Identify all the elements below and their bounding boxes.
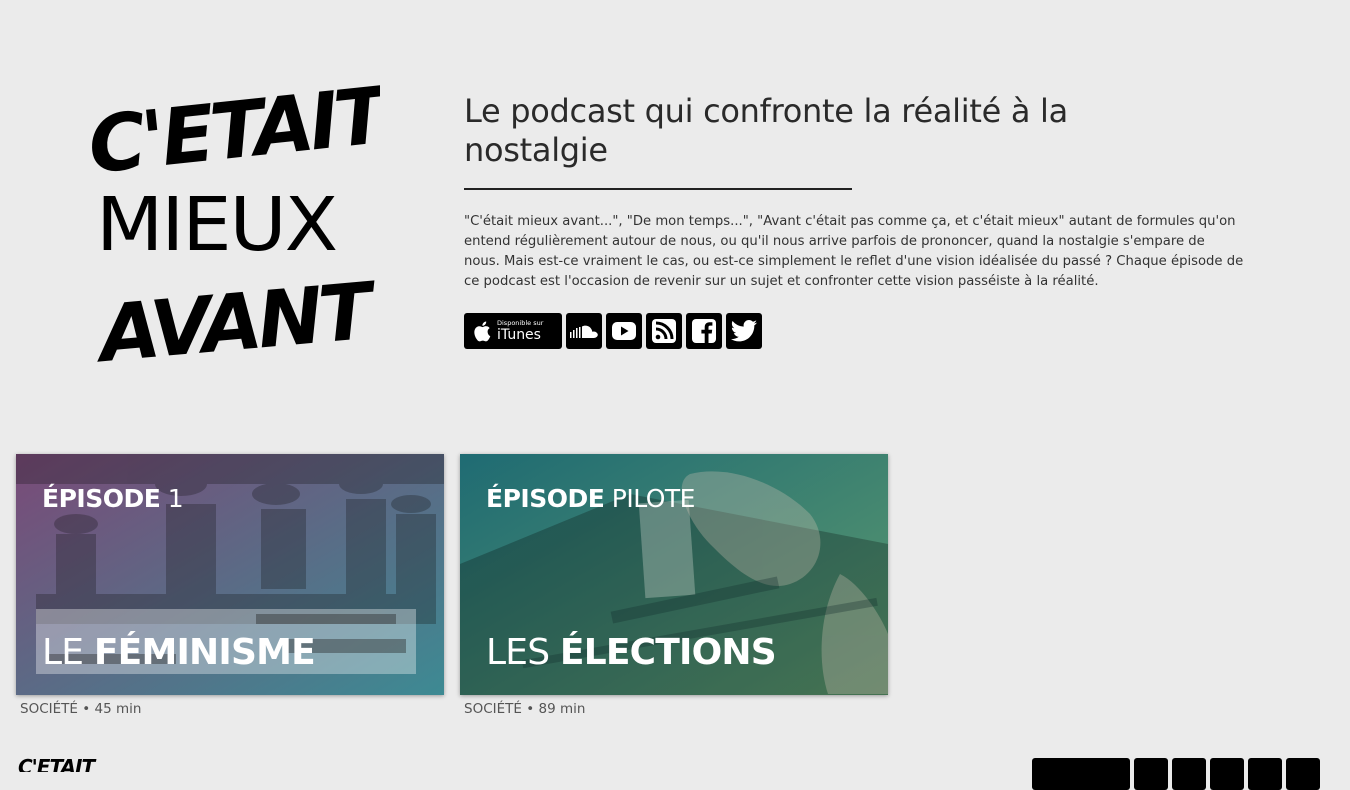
episode-duration: 89 min xyxy=(538,701,586,717)
episode-word: ÉPISODE xyxy=(486,484,605,513)
episode-card-pilote[interactable]: ÉPISODE PILOTE LES ÉLECTIONS xyxy=(460,454,888,695)
episode-number: 1 xyxy=(167,484,184,513)
episode-title: LES ÉLECTIONS xyxy=(486,632,777,673)
episode-title-main: FÉMINISME xyxy=(93,632,316,673)
episode-category: SOCIÉTÉ xyxy=(20,701,78,717)
episode-title: LE FÉMINISME xyxy=(42,632,316,673)
itunes-small-label: Disponible sur xyxy=(497,318,544,327)
episode-title-article: LES xyxy=(486,632,550,673)
footer-rss-button[interactable] xyxy=(1210,758,1244,790)
episode-number: PILOTE xyxy=(611,484,696,513)
divider xyxy=(464,188,852,190)
facebook-button[interactable] xyxy=(686,313,722,349)
episode-word: ÉPISODE xyxy=(42,484,161,513)
facebook-icon xyxy=(692,319,716,343)
itunes-label: iTunes xyxy=(497,327,541,344)
footer-facebook-button[interactable] xyxy=(1248,758,1282,790)
episode-label: ÉPISODE PILOTE xyxy=(486,484,695,513)
footer-youtube-button[interactable] xyxy=(1172,758,1206,790)
logo-line-2: MIEUX xyxy=(96,182,336,268)
podcast-description: "C'était mieux avant...", "De mon temps.… xyxy=(464,214,1244,289)
episode-title-article: LE xyxy=(42,632,84,673)
episode-meta-1: SOCIÉTÉ • 45 min xyxy=(20,701,141,717)
twitter-button[interactable] xyxy=(726,313,762,349)
site-logo[interactable]: C'ETAIT MIEUX AVANT xyxy=(80,70,380,370)
episode-category: SOCIÉTÉ xyxy=(464,701,522,717)
social-links: Disponible sur iTunes xyxy=(464,313,1254,349)
apple-icon xyxy=(474,321,491,342)
meta-separator: • xyxy=(82,701,91,717)
episode-card-1[interactable]: ÉPISODE 1 LE FÉMINISME xyxy=(16,454,444,695)
youtube-button[interactable] xyxy=(606,313,642,349)
episode-title-main: ÉLECTIONS xyxy=(559,632,777,673)
footer-social-links xyxy=(1032,758,1320,790)
footer-logo[interactable]: C'ETAIT xyxy=(18,758,228,772)
intro-section: Le podcast qui confronte la réalité à la… xyxy=(464,92,1254,349)
footer-soundcloud-button[interactable] xyxy=(1134,758,1168,790)
rss-icon xyxy=(652,319,676,343)
logo-line-3: AVANT xyxy=(90,266,380,370)
episode-duration: 45 min xyxy=(94,701,142,717)
footer-itunes-button[interactable] xyxy=(1032,758,1130,790)
footer-logo-text: C'ETAIT xyxy=(18,758,96,772)
page-tagline: Le podcast qui confronte la réalité à la… xyxy=(464,92,1068,169)
youtube-icon xyxy=(612,322,636,340)
meta-separator: • xyxy=(526,701,535,717)
itunes-button[interactable]: Disponible sur iTunes xyxy=(464,313,562,349)
episode-label: ÉPISODE 1 xyxy=(42,484,184,513)
footer-twitter-button[interactable] xyxy=(1286,758,1320,790)
logo-line-1: C'ETAIT xyxy=(84,70,380,191)
twitter-icon xyxy=(730,320,757,342)
soundcloud-icon xyxy=(570,325,598,338)
episode-meta-pilote: SOCIÉTÉ • 89 min xyxy=(464,701,585,717)
rss-button[interactable] xyxy=(646,313,682,349)
soundcloud-button[interactable] xyxy=(566,313,602,349)
